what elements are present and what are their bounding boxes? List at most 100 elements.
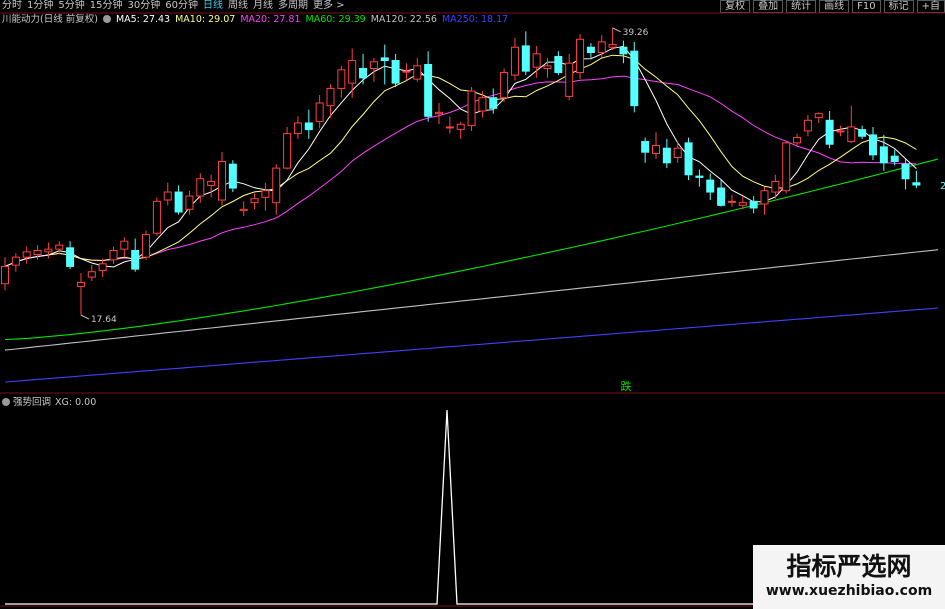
candle-body bbox=[510, 46, 519, 76]
candle-body bbox=[782, 142, 791, 192]
candle-body bbox=[380, 57, 389, 62]
candle-body bbox=[120, 240, 129, 250]
candle-body bbox=[435, 111, 443, 115]
watermark-title: 指标严选网 bbox=[786, 552, 912, 581]
candle-body bbox=[337, 69, 346, 89]
indicator-legend: 强势回调 XG: 0.00 bbox=[2, 397, 96, 409]
candle-body bbox=[283, 133, 292, 169]
chart-canvas[interactable]: 39.26 17.64 跌 2 bbox=[0, 0, 945, 609]
candle-body bbox=[803, 119, 812, 132]
candle-body bbox=[890, 155, 899, 162]
candle-body bbox=[695, 175, 704, 178]
candle-body bbox=[717, 187, 726, 206]
candle-body bbox=[250, 198, 259, 204]
candle-body bbox=[196, 178, 205, 197]
candle-body bbox=[793, 137, 802, 144]
candle-body bbox=[630, 50, 639, 107]
candle-body bbox=[521, 45, 530, 72]
right-edge-mark: 2 bbox=[940, 181, 945, 192]
ma250-line bbox=[4, 307, 939, 383]
candle-body bbox=[445, 126, 454, 129]
candle-body bbox=[391, 60, 400, 84]
candle-body bbox=[847, 126, 856, 143]
high-label: 39.26 bbox=[623, 28, 649, 38]
candle-body bbox=[814, 113, 823, 119]
indicator-title: 强势回调 bbox=[13, 397, 52, 408]
signal-text: 跌 bbox=[621, 379, 632, 393]
candle-body bbox=[662, 147, 671, 164]
ma-legend: 川能动力(日线 前复权) MA5: 27.43 MA10: 29.07 MA20: 2… bbox=[2, 14, 513, 26]
candle-body bbox=[706, 179, 715, 193]
candle-body bbox=[33, 250, 42, 255]
candle-body bbox=[771, 180, 780, 193]
ma20-label: MA20: 27.81 bbox=[240, 14, 301, 25]
candle-body bbox=[760, 190, 769, 205]
ma250-label: MA250: 18.17 bbox=[441, 14, 509, 25]
watermark-logo: 指标严选网 www.xuezhibiao.com bbox=[753, 545, 945, 609]
candle-body bbox=[163, 191, 172, 201]
low-pointer bbox=[80, 314, 90, 320]
candle-body bbox=[641, 141, 650, 153]
candle-body bbox=[673, 147, 682, 158]
candle-body bbox=[565, 62, 574, 97]
candle-body bbox=[500, 71, 509, 99]
candle-body bbox=[218, 160, 226, 201]
ma120-line bbox=[4, 249, 939, 351]
candle-body bbox=[825, 119, 834, 145]
ma10-label: MA10: 29.07 bbox=[175, 14, 236, 25]
candle-body bbox=[467, 90, 476, 127]
candle-body bbox=[326, 87, 335, 107]
candle-body bbox=[359, 67, 368, 79]
candle-body bbox=[348, 60, 357, 84]
candle-body bbox=[66, 247, 75, 267]
low-label: 17.64 bbox=[91, 315, 117, 325]
stock-title: 川能动力(日线 前复权) bbox=[2, 14, 98, 25]
candle-body bbox=[207, 180, 216, 186]
indicator-value: XG: 0.00 bbox=[55, 397, 97, 408]
candle-body bbox=[369, 61, 378, 69]
candle-body bbox=[44, 248, 53, 253]
candle-body bbox=[22, 251, 31, 258]
ma120-label: MA120: 22.56 bbox=[370, 14, 437, 25]
candle-body bbox=[315, 102, 324, 123]
candle-body bbox=[597, 41, 606, 54]
candle-body bbox=[901, 163, 910, 180]
candle-body bbox=[489, 97, 498, 109]
candle-body bbox=[478, 97, 487, 112]
ma10-line bbox=[4, 54, 917, 267]
candle-body bbox=[619, 46, 628, 55]
ma5-label: MA5: 27.43 bbox=[115, 14, 171, 25]
candle-body bbox=[87, 271, 96, 278]
candle-body bbox=[1, 265, 9, 285]
candle-body bbox=[293, 122, 302, 135]
high-pointer bbox=[612, 27, 621, 33]
candle-body bbox=[836, 130, 845, 133]
candle-body bbox=[586, 46, 595, 54]
candle-body bbox=[424, 64, 433, 117]
candle-body bbox=[402, 70, 411, 73]
watermark-url: www.xuezhibiao.com bbox=[765, 583, 933, 599]
candle-body bbox=[456, 123, 465, 131]
candle-body bbox=[652, 145, 660, 155]
candle-body bbox=[11, 256, 20, 266]
ma20-line bbox=[4, 75, 917, 267]
candle-body bbox=[576, 38, 585, 73]
candle-body bbox=[261, 190, 270, 198]
candle-body bbox=[76, 281, 85, 287]
candle-body bbox=[727, 200, 736, 203]
candle-body bbox=[413, 65, 422, 80]
ma5-line bbox=[4, 45, 917, 268]
gear-icon[interactable] bbox=[2, 398, 10, 406]
candle-body bbox=[272, 167, 281, 204]
candle-body bbox=[98, 263, 107, 271]
candle-body bbox=[185, 195, 194, 210]
candle-body bbox=[304, 122, 313, 131]
candle-body bbox=[738, 202, 747, 206]
candle-body bbox=[869, 134, 877, 156]
candle-body bbox=[532, 53, 541, 68]
candle-body bbox=[142, 234, 151, 258]
candle-body bbox=[109, 250, 118, 261]
gear-icon[interactable] bbox=[102, 15, 111, 23]
candle-body bbox=[174, 191, 183, 213]
candle-body bbox=[543, 65, 552, 69]
